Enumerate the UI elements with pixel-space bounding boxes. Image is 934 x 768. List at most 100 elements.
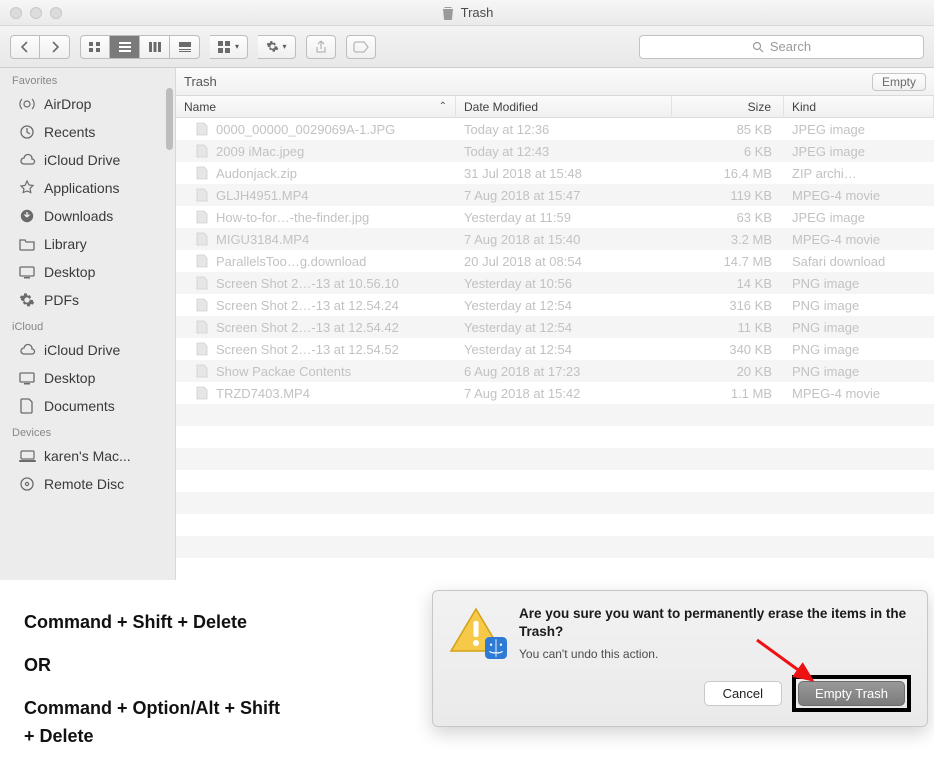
file-row[interactable]: Show Packae Contents6 Aug 2018 at 17:232… [176, 360, 934, 382]
file-kind: JPEG image [784, 122, 934, 137]
file-name: TRZD7403.MP4 [216, 386, 310, 401]
empty-row [176, 426, 934, 448]
sidebar-item-label: Downloads [44, 208, 113, 224]
file-name: Screen Shot 2…-13 at 12.54.42 [216, 320, 399, 335]
back-button[interactable] [10, 35, 40, 59]
file-name: Screen Shot 2…-13 at 12.54.52 [216, 342, 399, 357]
desktop-icon [18, 369, 36, 387]
file-row[interactable]: Screen Shot 2…-13 at 10.56.10Yesterday a… [176, 272, 934, 294]
file-icon [196, 298, 210, 312]
file-date: 7 Aug 2018 at 15:47 [456, 188, 672, 203]
column-header-name[interactable]: Name ⌃ [176, 96, 456, 117]
warning-icon [447, 605, 505, 657]
laptop-icon [18, 447, 36, 465]
sidebar-item[interactable]: Documents [0, 392, 175, 420]
action-menu-button[interactable]: ▾ [258, 35, 296, 59]
file-kind: PNG image [784, 320, 934, 335]
instruction-text: Command + Shift + Delete OR Command + Op… [0, 580, 420, 751]
file-row[interactable]: TRZD7403.MP47 Aug 2018 at 15:421.1 MBMPE… [176, 382, 934, 404]
zoom-window-button[interactable] [50, 7, 62, 19]
file-row[interactable]: MIGU3184.MP47 Aug 2018 at 15:403.2 MBMPE… [176, 228, 934, 250]
file-row[interactable]: 0000_00000_0029069A-1.JPGToday at 12:368… [176, 118, 934, 140]
sidebar-item[interactable]: Library [0, 230, 175, 258]
file-kind: PNG image [784, 364, 934, 379]
file-kind: JPEG image [784, 210, 934, 225]
column-header-size[interactable]: Size [672, 96, 784, 117]
file-name: ParallelsToo…g.download [216, 254, 366, 269]
sidebar-item-label: Library [44, 236, 87, 252]
file-size: 3.2 MB [672, 232, 784, 247]
annotation-arrow-icon [752, 635, 872, 695]
sidebar-item[interactable]: Desktop [0, 258, 175, 286]
list-view-button[interactable] [110, 35, 140, 59]
file-size: 1.1 MB [672, 386, 784, 401]
file-date: Yesterday at 12:54 [456, 298, 672, 313]
file-kind: MPEG-4 movie [784, 188, 934, 203]
sidebar: FavoritesAirDropRecentsiCloud DriveAppli… [0, 68, 176, 580]
column-header-kind[interactable]: Kind [784, 96, 934, 117]
icon-view-button[interactable] [80, 35, 110, 59]
file-row[interactable]: Screen Shot 2…-13 at 12.54.52Yesterday a… [176, 338, 934, 360]
sidebar-item[interactable]: karen's Mac... [0, 442, 175, 470]
tags-button[interactable] [346, 35, 376, 59]
column-view-button[interactable] [140, 35, 170, 59]
search-icon [752, 41, 764, 53]
file-row[interactable]: How-to-for…-the-finder.jpgYesterday at 1… [176, 206, 934, 228]
share-button[interactable] [306, 35, 336, 59]
empty-row [176, 536, 934, 558]
trash-icon [441, 5, 455, 21]
sidebar-item[interactable]: Remote Disc [0, 470, 175, 498]
file-row[interactable]: Screen Shot 2…-13 at 12.54.42Yesterday a… [176, 316, 934, 338]
file-row[interactable]: GLJH4951.MP47 Aug 2018 at 15:47119 KBMPE… [176, 184, 934, 206]
file-date: Yesterday at 10:56 [456, 276, 672, 291]
cloud-icon [18, 151, 36, 169]
sidebar-item[interactable]: AirDrop [0, 90, 175, 118]
minimize-window-button[interactable] [30, 7, 42, 19]
window-title: Trash [461, 5, 494, 20]
main-pane: Trash Empty Name ⌃ Date Modified Size Ki… [176, 68, 934, 580]
file-date: 6 Aug 2018 at 17:23 [456, 364, 672, 379]
disc-icon [18, 475, 36, 493]
arrange-button[interactable]: ▾ [210, 35, 248, 59]
sidebar-item[interactable]: iCloud Drive [0, 146, 175, 174]
empty-row [176, 470, 934, 492]
file-list[interactable]: 0000_00000_0029069A-1.JPGToday at 12:368… [176, 118, 934, 580]
file-name: Audonjack.zip [216, 166, 297, 181]
sidebar-item-label: Documents [44, 398, 115, 414]
folder-icon [18, 235, 36, 253]
gear-icon [18, 291, 36, 309]
instruction-or: OR [24, 651, 420, 680]
coverflow-view-button[interactable] [170, 35, 200, 59]
nav-buttons [10, 35, 70, 59]
close-window-button[interactable] [10, 7, 22, 19]
sidebar-item[interactable]: Recents [0, 118, 175, 146]
file-name: GLJH4951.MP4 [216, 188, 309, 203]
sidebar-item[interactable]: iCloud Drive [0, 336, 175, 364]
sidebar-item[interactable]: PDFs [0, 286, 175, 314]
empty-row [176, 558, 934, 580]
action-group: ▾ [258, 35, 296, 59]
cloud-icon [18, 341, 36, 359]
column-header-date[interactable]: Date Modified [456, 96, 672, 117]
file-size: 16.4 MB [672, 166, 784, 181]
arrange-group: ▾ [210, 35, 248, 59]
file-size: 14.7 MB [672, 254, 784, 269]
file-icon [196, 364, 210, 378]
sidebar-item[interactable]: Desktop [0, 364, 175, 392]
file-icon [196, 320, 210, 334]
file-row[interactable]: Audonjack.zip31 Jul 2018 at 15:4816.4 MB… [176, 162, 934, 184]
file-icon [196, 144, 210, 158]
file-row[interactable]: ParallelsToo…g.download20 Jul 2018 at 08… [176, 250, 934, 272]
forward-button[interactable] [40, 35, 70, 59]
file-row[interactable]: Screen Shot 2…-13 at 12.54.24Yesterday a… [176, 294, 934, 316]
sidebar-section-header: Devices [0, 420, 175, 442]
sidebar-scrollbar[interactable] [166, 88, 173, 150]
file-icon [196, 386, 210, 400]
file-row[interactable]: 2009 iMac.jpegToday at 12:436 KBJPEG ima… [176, 140, 934, 162]
sidebar-item[interactable]: Applications [0, 174, 175, 202]
shortcut-line-1: Command + Shift + Delete [24, 608, 420, 637]
search-field[interactable]: Search [639, 35, 924, 59]
finder-badge-icon [485, 637, 507, 659]
sidebar-item[interactable]: Downloads [0, 202, 175, 230]
empty-trash-toolbar-button[interactable]: Empty [872, 73, 926, 91]
